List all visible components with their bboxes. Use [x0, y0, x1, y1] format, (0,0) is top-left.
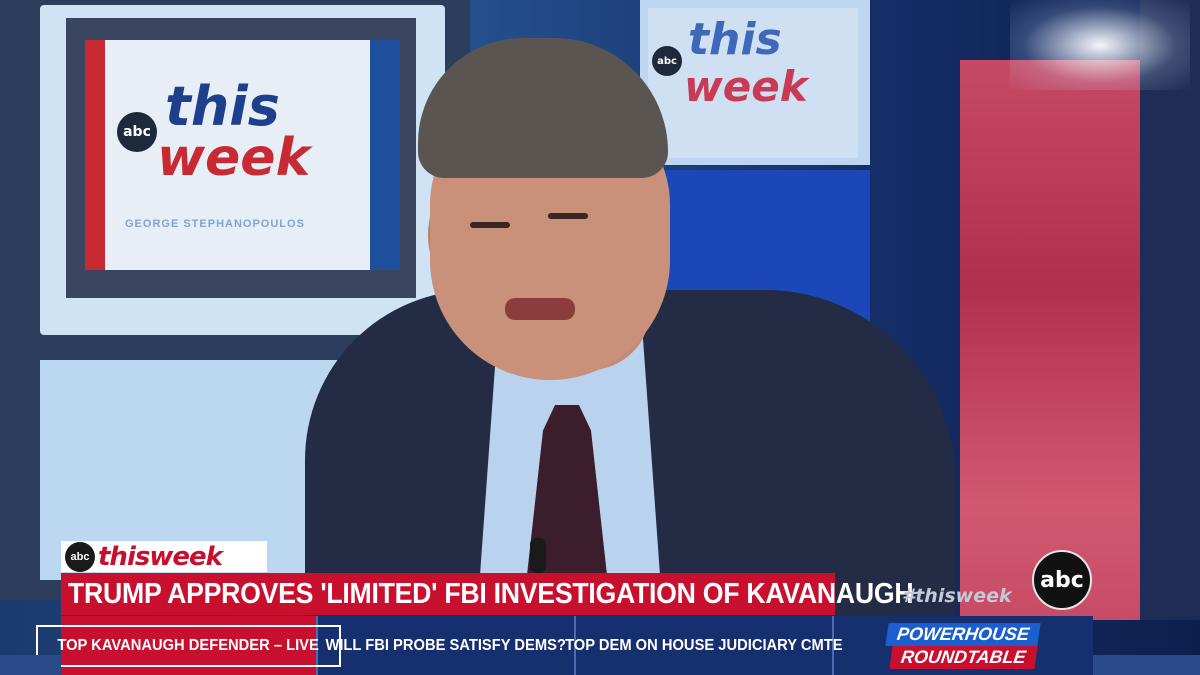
headline-bar: TRUMP APPROVES 'LIMITED' FBI INVESTIGATI… — [61, 573, 914, 615]
studio-wall-right — [1140, 0, 1200, 620]
lapel-mic — [530, 538, 546, 573]
ticker-item-roundtable: POWERHOUSE ROUNDTABLE — [834, 616, 1093, 675]
headline-text: TRUMP APPROVES 'LIMITED' FBI INVESTIGATI… — [68, 577, 914, 610]
logo-word-week: week — [684, 62, 808, 111]
roundtable-line1: POWERHOUSE — [885, 622, 1042, 646]
ticker-item-frame: TOP KAVANAUGH DEFENDER – LIVE — [36, 624, 341, 667]
hashtag: #thisweek — [902, 585, 1012, 607]
broadcast-frame: abc this week GEORGE STEPHANOPOULOS abc … — [0, 0, 1200, 675]
roundtable-line2: ROUNDTABLE — [889, 645, 1038, 669]
ticker-item-label: WILL FBI PROBE SATISFY DEMS? — [325, 636, 567, 654]
background-show-logo-right: abc this week — [648, 8, 858, 158]
abc-logo-icon: abc — [652, 46, 682, 76]
logo-word-this: this — [688, 14, 782, 65]
ticker-item: WILL FBI PROBE SATISFY DEMS? — [318, 616, 576, 675]
anchor-mouth — [505, 298, 575, 320]
studio-red-column — [960, 60, 1140, 620]
anchor-eye-left — [470, 222, 510, 228]
host-name: GEORGE STEPHANOPOULOS — [125, 218, 305, 230]
ticker-item-active: TOP KAVANAUGH DEFENDER – LIVE — [36, 616, 341, 675]
anchor-eye-right — [548, 213, 588, 219]
ticker-item-label: TOP DEM ON HOUSE JUDICIARY CMTE — [565, 636, 843, 654]
bottom-strip-left — [0, 655, 61, 675]
abc-logo-icon: abc — [117, 112, 157, 152]
background-show-logo-left: abc this week GEORGE STEPHANOPOULOS — [85, 40, 400, 270]
logo-word-week: week — [157, 128, 311, 188]
ticker-item-label: TOP KAVANAUGH DEFENDER – LIVE — [57, 636, 320, 654]
show-tag: abc thisweek — [61, 541, 267, 572]
logo-word-this: this — [165, 75, 280, 138]
studio-light-glow — [1010, 0, 1190, 90]
ticker-bar: TOP KAVANAUGH DEFENDER – LIVE WILL FBI P… — [36, 616, 1093, 675]
bottom-strip-right — [1093, 655, 1200, 675]
abc-network-bug-icon: abc — [1032, 550, 1092, 610]
show-name: thisweek — [98, 541, 223, 572]
ticker-item: TOP DEM ON HOUSE JUDICIARY CMTE — [565, 616, 843, 675]
abc-logo-icon: abc — [65, 541, 95, 572]
